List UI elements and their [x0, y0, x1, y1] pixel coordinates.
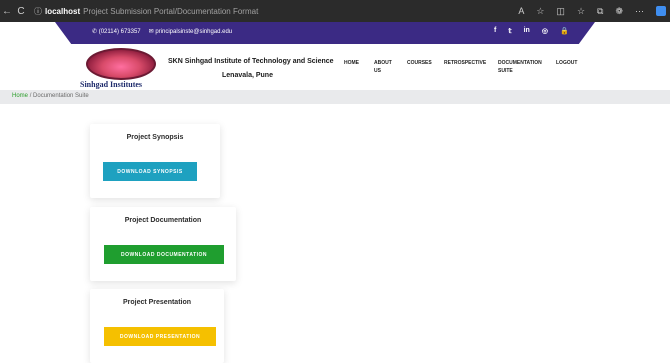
nav-home[interactable]: HOME	[344, 59, 359, 67]
split-screen-icon[interactable]: ◫	[556, 6, 565, 17]
breadcrumb: Home / Documentation Suite	[0, 90, 670, 104]
refresh-icon[interactable]: C	[14, 6, 28, 17]
linkedin-icon[interactable]: in	[524, 27, 530, 35]
download-synopsis-button[interactable]: DOWNLOAD SYNOPSIS	[103, 162, 197, 181]
more-icon[interactable]: ⋯	[635, 6, 644, 17]
institute-location: Lenavala, Pune	[222, 72, 273, 79]
breadcrumb-separator: /	[29, 93, 32, 99]
nav-logout[interactable]: LOGOUT	[556, 59, 577, 67]
nav-about[interactable]: ABOUT US	[374, 59, 396, 75]
favorites-list-icon[interactable]: ☆	[577, 6, 585, 17]
browser-actions: A ☆ ◫ ☆ ⧉ ❁ ⋯	[518, 0, 666, 22]
instagram-icon[interactable]: ◎	[542, 27, 548, 35]
copilot-icon[interactable]: ❁	[615, 6, 623, 17]
download-documentation-button[interactable]: DOWNLOAD DOCUMENTATION	[104, 245, 224, 264]
email-text[interactable]: ✉ principalsinste@sinhgad.edu	[149, 28, 233, 35]
contact-info: ✆ (02114) 673357 ✉ principalsinste@sinhg…	[92, 28, 232, 35]
info-icon: ⓘ	[34, 6, 42, 16]
documentation-title: Project Documentation	[124, 217, 202, 224]
phone-icon: ✆	[92, 29, 99, 35]
institute-logo[interactable]: Sinhgad Institutes	[80, 48, 170, 92]
breadcrumb-home[interactable]: Home	[12, 93, 28, 99]
address-bar[interactable]: ⓘ localhost Project Submission Portal/Do…	[34, 6, 258, 17]
nav-retrospective[interactable]: RETROSPECTIVE	[444, 59, 486, 67]
facebook-icon[interactable]: f	[494, 27, 496, 35]
logo-text: Sinhgad Institutes	[80, 80, 143, 89]
synopsis-title: Project Synopsis	[126, 134, 184, 141]
nav-documentation-suite[interactable]: DOCUMENTATION SUITE	[498, 59, 548, 75]
lock-icon[interactable]: 🔒	[560, 27, 569, 35]
nav-courses[interactable]: COURSES	[407, 59, 432, 67]
institute-name: SKN Sinhgad Institute of Technology and …	[168, 58, 334, 65]
collections-icon[interactable]: ⧉	[597, 6, 603, 17]
logo-emblem	[86, 48, 156, 80]
favorite-icon[interactable]: ☆	[536, 6, 544, 17]
twitter-icon[interactable]: 𝕥	[508, 27, 511, 35]
extension-icon[interactable]	[656, 6, 666, 16]
page-title: Project Submission Portal/Documentation …	[83, 6, 259, 16]
url-host: localhost	[45, 6, 81, 16]
read-aloud-icon[interactable]: A	[518, 6, 524, 16]
download-presentation-button[interactable]: DOWNLOAD PRESENTATION	[104, 327, 216, 346]
documentation-card: Project Documentation DOWNLOAD DOCUMENTA…	[90, 207, 236, 281]
social-links: f 𝕥 in ◎ 🔒	[494, 27, 569, 35]
site-header: Sinhgad Institutes SKN Sinhgad Institute…	[0, 44, 670, 90]
presentation-card: Project Presentation DOWNLOAD PRESENTATI…	[90, 289, 224, 363]
contact-strip: ✆ (02114) 673357 ✉ principalsinste@sinhg…	[0, 22, 670, 44]
breadcrumb-current: Documentation Suite	[33, 93, 89, 99]
synopsis-card: Project Synopsis DOWNLOAD SYNOPSIS	[90, 124, 220, 198]
browser-toolbar: ← C ⓘ localhost Project Submission Porta…	[0, 0, 670, 22]
phone-text: ✆ (02114) 673357	[92, 29, 141, 35]
presentation-title: Project Presentation	[122, 299, 192, 306]
back-icon[interactable]: ←	[0, 6, 14, 17]
